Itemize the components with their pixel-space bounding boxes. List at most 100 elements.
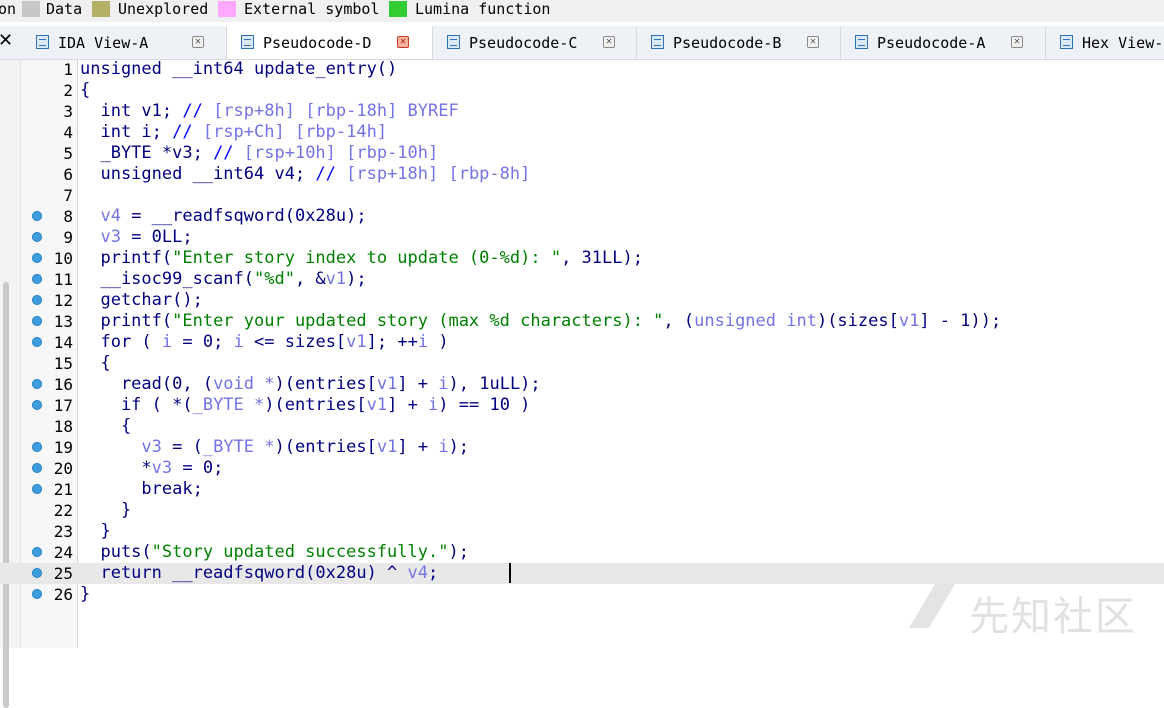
code-line[interactable]: 5 _BYTE *v3; // [rsp+10h] [rbp-10h]: [0, 143, 1164, 164]
code-line[interactable]: 23 }: [0, 521, 1164, 542]
breakpoint-dot-icon[interactable]: [32, 211, 42, 221]
code-line[interactable]: 14 for ( i = 0; i <= sizes[v1]; ++i ): [0, 332, 1164, 353]
line-number: 1: [63, 60, 73, 79]
code-token: v3: [151, 458, 173, 478]
close-tab-icon[interactable]: ✕: [192, 36, 204, 48]
code-token: int v1;: [80, 101, 183, 121]
tab-ida-view-a[interactable]: IDA View-A ✕: [22, 26, 227, 59]
tab-pseudocode-c[interactable]: Pseudocode-C ✕: [433, 26, 637, 59]
breakpoint-dot-icon[interactable]: [32, 547, 42, 557]
close-panel-icon[interactable]: ✕: [0, 30, 13, 51]
code-token: ]; ++: [366, 332, 418, 352]
code-token: _BYTE *: [192, 395, 265, 415]
code-token: v3: [100, 227, 121, 247]
breakpoint-dot-icon[interactable]: [32, 568, 42, 578]
pseudocode-icon: [447, 35, 460, 49]
breakpoint-dot-icon[interactable]: [32, 274, 42, 284]
code-line[interactable]: 8 v4 = __readfsqword(0x28u);: [0, 206, 1164, 227]
code-line[interactable]: 24 puts("Story updated successfully.");: [0, 542, 1164, 563]
tab-pseudocode-d[interactable]: Pseudocode-D ✕: [227, 26, 433, 59]
code-token: ] - 1));: [919, 311, 1002, 331]
code-token: i: [233, 332, 244, 352]
code-line[interactable]: 20 *v3 = 0;: [0, 458, 1164, 479]
tab-label: Pseudocode-B: [673, 34, 782, 52]
code-line[interactable]: 7: [0, 185, 1164, 206]
tab-label: Hex View-1: [1082, 34, 1164, 52]
close-tab-icon[interactable]: ✕: [603, 36, 615, 48]
code-text: }: [80, 521, 110, 542]
code-token: ), 1uLL);: [448, 374, 541, 394]
code-token: = 0;: [172, 458, 224, 478]
breakpoint-dot-icon[interactable]: [32, 463, 42, 473]
code-line[interactable]: 22 }: [0, 500, 1164, 521]
breakpoint-dot-icon[interactable]: [32, 589, 42, 599]
code-token: v1: [325, 269, 347, 289]
tab-pseudocode-b[interactable]: Pseudocode-B ✕: [637, 26, 841, 59]
tab-hex-view-1[interactable]: Hex View-1: [1046, 26, 1164, 59]
breakpoint-dot-icon[interactable]: [32, 379, 42, 389]
breakpoint-dot-icon[interactable]: [32, 337, 42, 347]
code-token: _BYTE *: [202, 437, 275, 457]
line-number: 10: [53, 249, 73, 268]
code-token: int i;: [80, 122, 173, 142]
breakpoint-dot-icon[interactable]: [32, 484, 42, 494]
code-token: v4: [407, 563, 428, 583]
code-line[interactable]: 12 getchar();: [0, 290, 1164, 311]
code-token: "Enter your updated story (max %d charac…: [172, 311, 664, 331]
code-line[interactable]: 6 unsigned __int64 v4; // [rsp+18h] [rbp…: [0, 164, 1164, 185]
code-token: = __readfsqword(0x28u);: [120, 206, 367, 226]
tab-label: Pseudocode-C: [469, 34, 578, 52]
breakpoint-dot-icon[interactable]: [32, 400, 42, 410]
code-line[interactable]: 2{: [0, 80, 1164, 101]
close-tab-icon[interactable]: ✕: [1011, 36, 1023, 48]
code-line[interactable]: 10 printf("Enter story index to update (…: [0, 248, 1164, 269]
code-line[interactable]: 1 unsigned __int64 update_entry(): [0, 59, 1164, 80]
breakpoint-dot-icon[interactable]: [32, 442, 42, 452]
code-token: //: [172, 122, 203, 142]
code-line[interactable]: 16 read(0, (void *)(entries[v1] + i), 1u…: [0, 374, 1164, 395]
breakpoint-dot-icon[interactable]: [32, 295, 42, 305]
code-line[interactable]: 18 {: [0, 416, 1164, 437]
code-line[interactable]: 13 printf("Enter your updated story (max…: [0, 311, 1164, 332]
line-number: 23: [53, 522, 73, 541]
code-text: {: [80, 80, 90, 101]
breakpoint-dot-icon[interactable]: [32, 253, 42, 263]
legend-swatch: [22, 1, 40, 17]
code-token: )(entries[: [274, 374, 377, 394]
code-line[interactable]: 19 v3 = (_BYTE *)(entries[v1] + i);: [0, 437, 1164, 458]
legend-label: Unexplored: [118, 0, 209, 18]
code-token: )(sizes[: [816, 311, 899, 331]
code-token: )(entries[: [274, 437, 377, 457]
code-token: );: [448, 437, 470, 457]
tab-label: Pseudocode-A: [877, 34, 986, 52]
code-token: , (: [663, 311, 695, 331]
code-text: break;: [80, 479, 202, 500]
line-number: 20: [53, 459, 73, 478]
close-tab-icon[interactable]: ✕: [397, 36, 409, 48]
code-token: }: [80, 500, 132, 520]
breakpoint-dot-icon[interactable]: [32, 232, 42, 242]
legend-label: Lumina function: [415, 0, 551, 18]
code-token: for (: [80, 332, 162, 352]
line-number: 14: [53, 333, 73, 352]
legend-label: on: [0, 0, 17, 18]
close-tab-icon[interactable]: ✕: [807, 36, 819, 48]
code-text: {: [80, 416, 131, 437]
line-number: 11: [53, 270, 73, 289]
code-line[interactable]: 17 if ( *(_BYTE *)(entries[v1] + i) == 1…: [0, 395, 1164, 416]
tab-pseudocode-a[interactable]: Pseudocode-A ✕: [841, 26, 1046, 59]
code-token: [rsp+18h] [rbp-8h]: [346, 164, 531, 184]
code-line[interactable]: 11 __isoc99_scanf("%d", &v1);: [0, 269, 1164, 290]
code-token: unsigned __int64 update_entry(): [80, 59, 398, 79]
code-token: i: [417, 332, 429, 352]
code-line[interactable]: 15 {: [0, 353, 1164, 374]
code-line[interactable]: 3 int v1; // [rsp+8h] [rbp-18h] BYREF: [0, 101, 1164, 122]
breakpoint-dot-icon[interactable]: [32, 316, 42, 326]
code-text: unsigned __int64 update_entry(): [80, 59, 397, 80]
code-line[interactable]: 9 v3 = 0LL;: [0, 227, 1164, 248]
code-line[interactable]: 4 int i; // [rsp+Ch] [rbp-14h]: [0, 122, 1164, 143]
code-line[interactable]: 21 break;: [0, 479, 1164, 500]
code-token: )(entries[: [264, 395, 367, 415]
